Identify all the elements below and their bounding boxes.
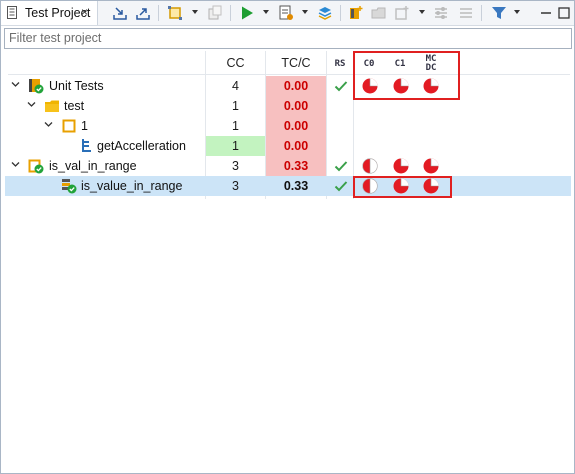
- view-toolbar: Test Project ×: [1, 1, 574, 26]
- chevron-down-icon[interactable]: [514, 10, 520, 14]
- tcc-cell: 0.00: [266, 136, 326, 156]
- settings-icon[interactable]: [432, 4, 450, 22]
- import-icon[interactable]: [111, 4, 129, 22]
- tree-label: is_value_in_range: [81, 179, 183, 193]
- column-header-tcc[interactable]: TC/C: [266, 51, 326, 75]
- tree-row-1[interactable]: 1 1 0.00: [5, 116, 571, 136]
- coverage-c0-pie: [362, 158, 378, 174]
- highlight-box-selected-coverage: [353, 176, 452, 198]
- column-header-rs[interactable]: RS: [327, 60, 353, 69]
- toolbar-separator: [340, 5, 341, 21]
- cc-cell: 1: [232, 119, 239, 133]
- tcc-cell: 0.33: [266, 156, 326, 176]
- coverage-c1-pie: [393, 158, 409, 174]
- filter-box: [4, 28, 572, 49]
- test-case-icon: [62, 119, 76, 133]
- tree-row-getaccelleration[interactable]: getAccelleration 1 0.00: [5, 136, 571, 156]
- tree-row-test[interactable]: test 1 0.00: [5, 96, 571, 116]
- tree-row-is-val-in-range[interactable]: is_val_in_range 3 0.33: [5, 156, 571, 176]
- highlight-box-coverage-header: [353, 51, 460, 100]
- checkmark-icon: [334, 81, 348, 92]
- report-icon[interactable]: [277, 4, 295, 22]
- folder-icon: [45, 100, 59, 112]
- add-icon[interactable]: [393, 4, 411, 22]
- chevron-down-icon[interactable]: [11, 80, 20, 89]
- cc-cell: 3: [232, 179, 239, 193]
- folder-icon[interactable]: [370, 4, 388, 22]
- checkmark-icon: [334, 161, 348, 172]
- cc-cell: 3: [232, 159, 239, 173]
- coverage-mcdc-pie: [423, 158, 439, 174]
- tcc-cell: 0.00: [266, 116, 326, 136]
- chevron-down-icon[interactable]: [192, 10, 198, 14]
- maximize-icon[interactable]: [555, 4, 573, 22]
- toolbar-separator: [230, 5, 231, 21]
- unit-tests-icon: [29, 79, 44, 94]
- filter-icon[interactable]: [490, 4, 508, 22]
- sort-icon[interactable]: [457, 4, 475, 22]
- function-call-icon: [82, 139, 91, 152]
- select-icon[interactable]: [166, 4, 184, 22]
- tcc-cell: 0.00: [266, 76, 326, 96]
- toolbar-separator: [481, 5, 482, 21]
- test-project-icon: [7, 6, 17, 19]
- tree-label: getAccelleration: [97, 139, 186, 153]
- cc-cell: 1: [206, 136, 265, 156]
- chevron-down-icon[interactable]: [27, 100, 36, 109]
- cc-cell: 1: [232, 99, 239, 113]
- stack-icon[interactable]: [316, 4, 334, 22]
- test-unit-icon: [28, 159, 44, 174]
- new-test-icon[interactable]: [347, 4, 365, 22]
- run-icon[interactable]: [238, 4, 256, 22]
- copy-icon[interactable]: [206, 4, 224, 22]
- tree-row-is-value-in-range[interactable]: is_value_in_range 3 0.33: [5, 176, 571, 196]
- checkmark-icon: [334, 181, 348, 192]
- cc-cell: 4: [232, 79, 239, 93]
- toolbar-separator: [158, 5, 159, 21]
- minimize-icon[interactable]: [537, 4, 555, 22]
- tree-row-unit-tests[interactable]: Unit Tests 4 0.00: [5, 76, 571, 96]
- chevron-down-icon[interactable]: [11, 160, 20, 169]
- chevron-down-icon[interactable]: [419, 10, 425, 14]
- tcc-cell: 0.00: [266, 96, 326, 116]
- tree-label: 1: [81, 119, 88, 133]
- export-icon[interactable]: [134, 4, 152, 22]
- chevron-down-icon[interactable]: [44, 120, 53, 129]
- chevron-down-icon[interactable]: [302, 10, 308, 14]
- tree-label: test: [64, 99, 85, 113]
- close-icon[interactable]: ×: [81, 5, 88, 19]
- test-function-icon: [62, 179, 77, 194]
- tree-label: is_val_in_range: [49, 159, 137, 173]
- tree-label: Unit Tests: [49, 79, 104, 93]
- filter-input[interactable]: [5, 29, 565, 46]
- tab-test-project[interactable]: Test Project ×: [1, 1, 98, 25]
- chevron-down-icon[interactable]: [263, 10, 269, 14]
- tcc-cell: 0.33: [283, 179, 309, 193]
- column-header-cc[interactable]: CC: [206, 51, 265, 75]
